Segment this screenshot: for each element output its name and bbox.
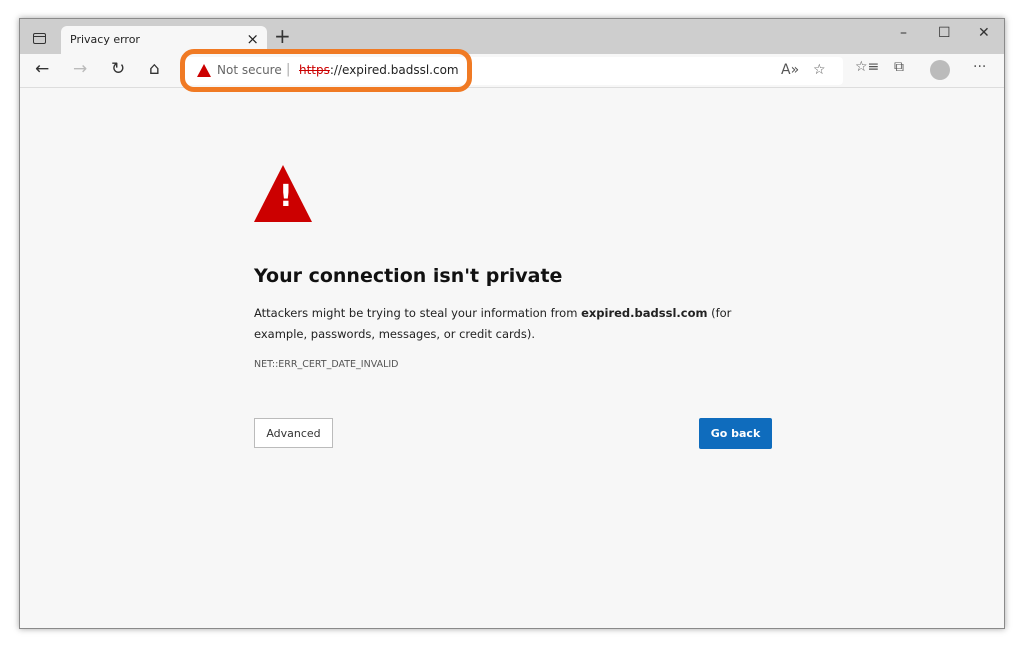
collections-icon[interactable]: ⧉: [894, 59, 904, 75]
maximize-button[interactable]: ☐: [938, 25, 951, 41]
close-window-button[interactable]: ✕: [978, 25, 990, 41]
home-button[interactable]: ⌂: [149, 59, 160, 79]
back-button[interactable]: ←: [35, 59, 49, 79]
more-menu-icon[interactable]: ···: [973, 59, 986, 75]
error-description: Attackers might be trying to steal your …: [254, 306, 732, 341]
page-content: ! Your connection isn't private Attacker…: [20, 89, 1004, 628]
minimize-button[interactable]: –: [900, 25, 907, 41]
read-aloud-icon[interactable]: A»: [781, 62, 799, 78]
tab-close-icon[interactable]: ×: [246, 30, 259, 48]
favorites-icon[interactable]: ☆≡: [855, 59, 879, 75]
tab-actions-icon[interactable]: [33, 33, 46, 44]
tab-strip: Privacy error × + – ☐ ✕: [20, 19, 1004, 54]
forward-button[interactable]: →: [73, 59, 87, 79]
go-back-button[interactable]: Go back: [699, 418, 772, 449]
profile-avatar[interactable]: [930, 60, 950, 80]
toolbar: ← → ↻ ⌂ Not secure | https://expired.bad…: [20, 49, 1004, 92]
address-highlight: [180, 49, 472, 92]
tab-title: Privacy error: [70, 33, 140, 46]
add-favorite-icon[interactable]: ☆: [813, 62, 826, 78]
error-code: NET::ERR_CERT_DATE_INVALID: [254, 359, 399, 370]
refresh-button[interactable]: ↻: [111, 59, 125, 79]
warning-icon-large: !: [254, 165, 312, 222]
advanced-button[interactable]: Advanced: [254, 418, 333, 448]
browser-window: Privacy error × + – ☐ ✕ ← → ↻ ⌂ Not secu…: [19, 18, 1005, 629]
error-title: Your connection isn't private: [254, 265, 563, 287]
new-tab-button[interactable]: +: [274, 24, 291, 48]
